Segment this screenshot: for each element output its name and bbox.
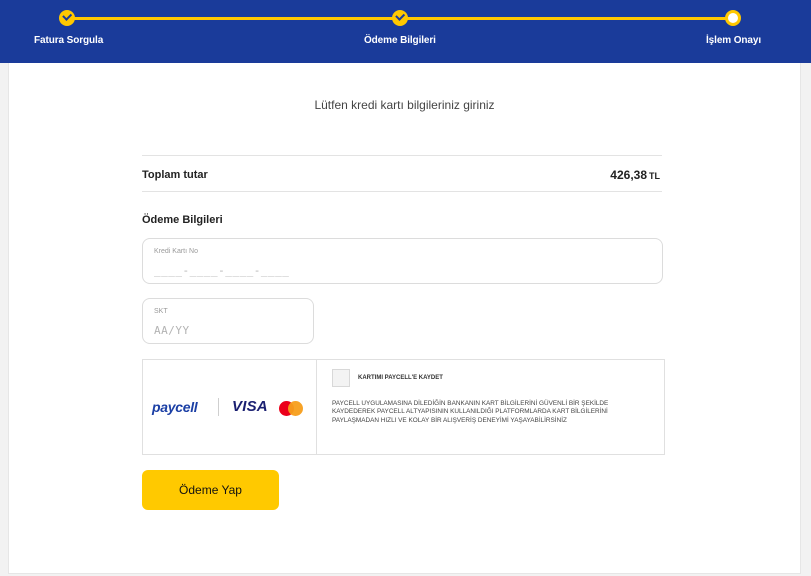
card-number-input[interactable] (154, 264, 596, 277)
step-label: Ödeme Bilgileri (364, 35, 436, 46)
logo-divider (218, 398, 219, 416)
paycell-logo: paycell (152, 399, 198, 415)
expiry-label: SKT (154, 308, 168, 315)
intro-text: Lütfen kredi kartı bilgileriniz giriniz (314, 98, 495, 112)
amount-value: 426,38 (610, 168, 647, 182)
step-label: Fatura Sorgula (34, 35, 104, 46)
card-number-field[interactable]: Kredi Kartı No (142, 238, 663, 284)
current-step-icon (725, 10, 741, 26)
step-fatura-sorgula: Fatura Sorgula (0, 0, 140, 63)
step-label: İşlem Onayı (706, 35, 762, 46)
save-card-label: KARTIMI PAYCELL'E KAYDET (358, 375, 443, 381)
save-card-checkbox[interactable] (332, 369, 350, 387)
visa-logo: VISA (232, 398, 268, 415)
payment-logos: paycell VISA (143, 360, 317, 454)
step-islem-onayi: İşlem Onayı (680, 0, 811, 63)
page: Fatura Sorgula Ödeme Bilgileri İşlem Ona… (0, 0, 811, 576)
total-amount: 426,38 TL (610, 168, 660, 182)
payment-card: Lütfen kredi kartı bilgileriniz giriniz … (8, 63, 801, 574)
paycell-box: paycell VISA KARTIMI PAYCELL'E KAYDET PA… (142, 359, 665, 455)
divider (142, 191, 662, 192)
currency: TL (649, 171, 660, 181)
progress-stepper: Fatura Sorgula Ödeme Bilgileri İşlem Ona… (0, 0, 811, 63)
check-icon (59, 10, 75, 26)
section-title: Ödeme Bilgileri (142, 214, 223, 226)
divider (142, 155, 662, 156)
card-number-label: Kredi Kartı No (154, 248, 198, 255)
check-icon (392, 10, 408, 26)
paycell-description: PAYCELL UYGULAMASINA DİLEDİĞİN BANKANIN … (332, 400, 609, 424)
mastercard-icon (279, 401, 305, 417)
pay-button[interactable]: Ödeme Yap (142, 470, 279, 510)
step-odeme-bilgileri: Ödeme Bilgileri (330, 0, 480, 63)
total-label: Toplam tutar (142, 169, 208, 181)
mastercard-orange-circle (288, 401, 303, 416)
expiry-input[interactable] (154, 324, 299, 337)
expiry-field[interactable]: SKT (142, 298, 314, 344)
